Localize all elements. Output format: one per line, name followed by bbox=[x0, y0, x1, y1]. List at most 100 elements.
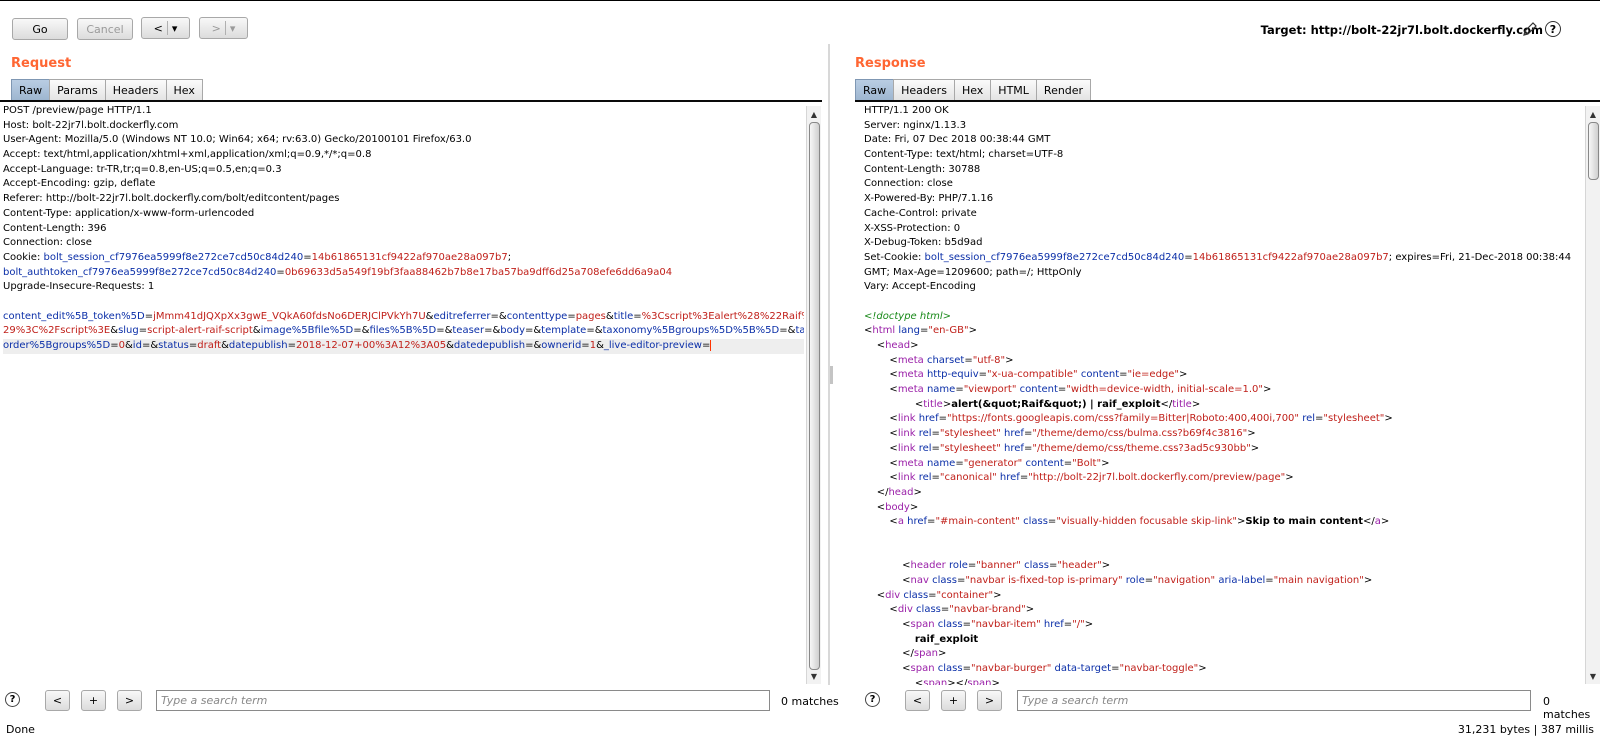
code-token: 14b61865131cf9422af970ae28a097b7 bbox=[311, 251, 508, 263]
code-token: =& bbox=[490, 310, 507, 322]
code-token: slug bbox=[118, 325, 139, 337]
request-search-prev-button[interactable]: < bbox=[45, 690, 70, 711]
code-token: pages bbox=[575, 310, 606, 322]
go-button[interactable]: Go bbox=[12, 18, 68, 40]
forward-dropdown-icon[interactable]: ▾ bbox=[230, 22, 236, 35]
code-token: < bbox=[864, 575, 911, 586]
code-token: charset bbox=[926, 354, 965, 366]
response-search-add-button[interactable]: + bbox=[941, 690, 966, 711]
code-line: raif_exploit bbox=[864, 633, 1584, 648]
code-token: id bbox=[132, 340, 142, 351]
code-token: raif_exploit bbox=[914, 633, 979, 645]
code-token: title bbox=[923, 398, 943, 410]
divider-handle[interactable] bbox=[830, 366, 833, 384]
code-token: image%5Bfile%5D bbox=[260, 325, 354, 337]
target-label[interactable]: Target: http://bolt-22jr7l.bolt.dockerfl… bbox=[1261, 23, 1543, 37]
response-help-icon[interactable]: ? bbox=[865, 692, 880, 707]
code-token: & bbox=[110, 325, 119, 337]
back-button[interactable]: < ▾ bbox=[141, 17, 190, 39]
scroll-down-icon[interactable]: ▼ bbox=[1586, 670, 1600, 682]
code-token: Accept-Language: tr-TR,tr;q=0.8,en-US;q=… bbox=[3, 163, 282, 175]
forward-icon: > bbox=[211, 21, 221, 35]
code-token: > bbox=[1084, 619, 1094, 631]
response-tab-headers[interactable]: Headers bbox=[893, 79, 955, 101]
code-line: <link rel="canonical" href="http://bolt-… bbox=[864, 471, 1584, 486]
back-icon: < bbox=[153, 21, 163, 35]
code-token: = bbox=[144, 310, 154, 322]
code-line: <html lang="en-GB"> bbox=[864, 324, 1584, 339]
panel-divider[interactable] bbox=[828, 44, 834, 685]
code-token: > bbox=[1285, 472, 1294, 484]
help-icon[interactable]: ? bbox=[1545, 21, 1561, 37]
code-token: ; bbox=[507, 251, 512, 263]
code-line: <link href="https://fonts.googleapis.com… bbox=[864, 412, 1584, 427]
code-token: "navbar-brand" bbox=[949, 604, 1026, 616]
code-token: = bbox=[701, 340, 711, 351]
response-scrollbar[interactable]: ▲ ▼ bbox=[1585, 106, 1600, 684]
code-token: = bbox=[938, 413, 947, 425]
code-token: Content-Type: text/html; charset=UTF-8 bbox=[864, 149, 1064, 161]
request-editor[interactable]: POST /preview/page HTTP/1.1 Host: bolt-22… bbox=[3, 104, 804, 685]
code-token: role bbox=[1125, 575, 1145, 586]
response-tab-hex[interactable]: Hex bbox=[953, 79, 992, 101]
code-token: > bbox=[991, 677, 1000, 685]
code-token: 29%3C%2Fscript%3E bbox=[3, 325, 111, 337]
request-tab-raw[interactable]: Raw bbox=[11, 79, 51, 101]
scroll-up-icon[interactable]: ▲ bbox=[1586, 108, 1600, 120]
request-tabs: Raw Params Headers Hex bbox=[11, 79, 203, 101]
code-token: taxonomy%5Bgroups%5D%5B%5D bbox=[602, 325, 780, 337]
code-token: "banner" bbox=[976, 560, 1021, 572]
code-token: "https://fonts.googleapis.com/css?family… bbox=[946, 413, 1300, 425]
forward-separator bbox=[224, 21, 226, 35]
request-tab-hex[interactable]: Hex bbox=[165, 79, 203, 101]
back-dropdown-icon[interactable]: ▾ bbox=[172, 22, 178, 35]
pencil-icon[interactable] bbox=[1521, 20, 1539, 38]
scroll-up-icon[interactable]: ▲ bbox=[807, 108, 821, 120]
request-scrollbar[interactable]: ▲ ▼ bbox=[806, 106, 821, 684]
code-token: div bbox=[885, 589, 901, 601]
request-search-next-button[interactable]: > bbox=[117, 690, 142, 711]
request-tab-params[interactable]: Params bbox=[49, 79, 106, 101]
request-title: Request bbox=[11, 56, 72, 71]
response-scroll-thumb[interactable] bbox=[1588, 122, 1599, 180]
code-token: "/theme/demo/css/theme.css?3ad5c930bb" bbox=[1032, 442, 1251, 454]
forward-button[interactable]: > ▾ bbox=[199, 17, 248, 39]
code-token: & bbox=[605, 310, 614, 322]
code-token: = bbox=[633, 310, 642, 322]
code-token: "generator" bbox=[963, 457, 1023, 469]
response-search-input[interactable]: Type a search term bbox=[1017, 690, 1531, 711]
response-tab-raw[interactable]: Raw bbox=[855, 79, 895, 101]
code-line: <div class="navbar-brand"> bbox=[864, 603, 1584, 618]
code-token: > bbox=[1101, 560, 1111, 572]
scroll-down-icon[interactable]: ▼ bbox=[807, 670, 821, 682]
response-tab-html[interactable]: HTML bbox=[990, 79, 1037, 101]
request-tab-headers[interactable]: Headers bbox=[104, 79, 167, 101]
code-token: title bbox=[1172, 398, 1192, 410]
code-token: class bbox=[1023, 516, 1048, 528]
code-token: Accept-Encoding: gzip, deflate bbox=[3, 178, 156, 190]
code-token: > bbox=[1263, 384, 1272, 396]
code-line: Date: Fri, 07 Dec 2018 00:38:44 GMT bbox=[864, 133, 1584, 148]
code-token: & bbox=[596, 340, 604, 351]
request-help-icon[interactable]: ? bbox=[5, 692, 20, 707]
code-token: < bbox=[864, 560, 911, 572]
code-token: > bbox=[1384, 413, 1393, 425]
request-search-input[interactable]: Type a search term bbox=[156, 690, 770, 711]
cancel-button[interactable]: Cancel bbox=[77, 18, 133, 40]
request-scroll-thumb[interactable] bbox=[809, 122, 820, 670]
code-token: _live-editor-preview bbox=[603, 340, 702, 351]
code-token: > bbox=[1191, 398, 1201, 410]
code-token: Vary: Accept-Encoding bbox=[864, 281, 976, 293]
response-tab-render[interactable]: Render bbox=[1035, 79, 1092, 101]
request-search-add-button[interactable]: + bbox=[81, 690, 106, 711]
code-token: bolt_authtoken_cf7976ea5999f8e272ce7cd50… bbox=[3, 266, 277, 278]
response-editor[interactable]: HTTP/1.1 200 OK Server: nginx/1.13.3 Date:… bbox=[864, 104, 1584, 685]
response-search-next-button[interactable]: > bbox=[977, 690, 1002, 711]
code-token: teaser bbox=[452, 325, 485, 337]
code-token: = bbox=[931, 442, 940, 454]
code-token: < bbox=[864, 677, 924, 685]
code-token: role bbox=[948, 560, 968, 572]
response-search-prev-button[interactable]: < bbox=[905, 690, 930, 711]
code-token: =& bbox=[779, 325, 796, 337]
